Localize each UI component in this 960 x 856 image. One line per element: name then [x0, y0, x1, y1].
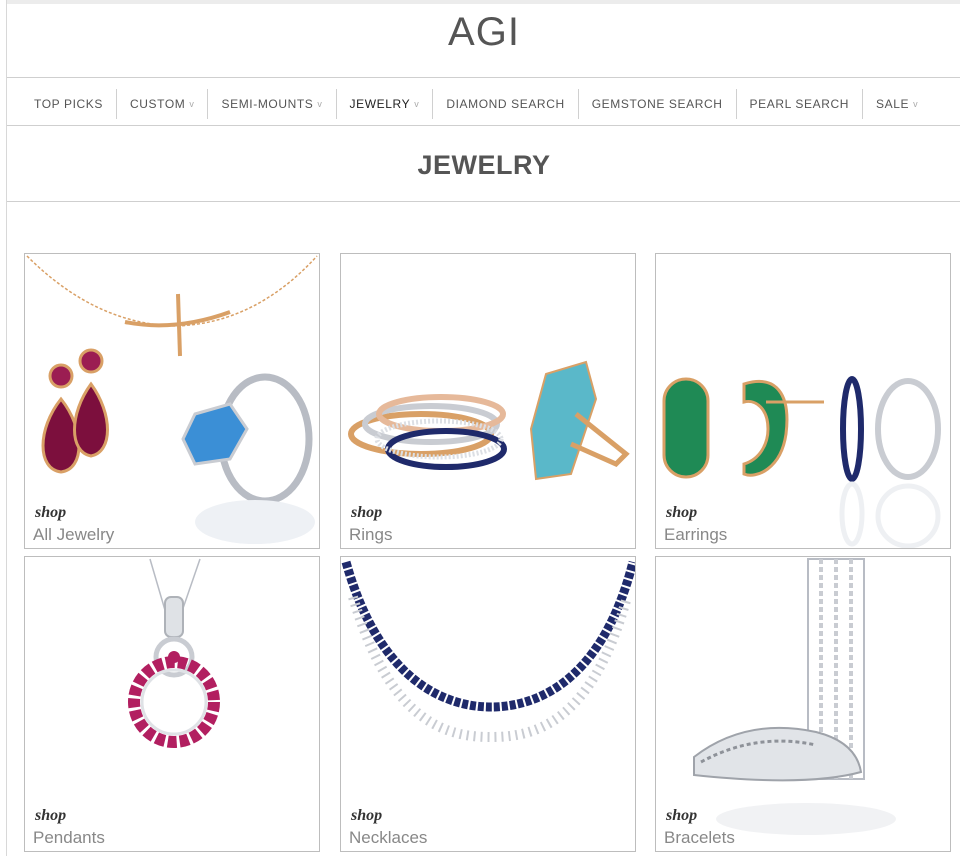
rings-image	[348, 360, 630, 481]
chevron-down-icon: v	[414, 99, 420, 109]
category-name: Pendants	[33, 828, 105, 847]
shop-label: shop	[666, 807, 698, 824]
all-jewelry-image	[26, 255, 318, 544]
nav-label: JEWELRY	[349, 97, 411, 111]
category-tile-all-jewelry[interactable]: shop All Jewelry	[24, 253, 320, 549]
title-divider	[7, 201, 960, 202]
category-name: Necklaces	[349, 828, 428, 847]
shop-label: shop	[35, 807, 67, 824]
nav-item-top-picks[interactable]: TOP PICKS	[21, 89, 117, 119]
nav-divider	[7, 125, 960, 126]
nav-label: TOP PICKS	[34, 97, 103, 111]
category-name: Rings	[349, 525, 393, 544]
category-tile-earrings[interactable]: shop Earrings	[655, 253, 951, 549]
nav-label: DIAMOND SEARCH	[446, 97, 565, 111]
header-divider	[7, 77, 960, 78]
category-tile-pendants[interactable]: shop Pendants	[24, 556, 320, 852]
shop-label: shop	[351, 807, 383, 824]
nav-label: CUSTOM	[129, 97, 186, 111]
main-nav: TOP PICKS CUSTOM v SEMI-MOUNTS v JEWELRY…	[21, 89, 931, 119]
nav-label: SEMI-MOUNTS	[221, 97, 314, 111]
site-logo[interactable]: AGI	[7, 10, 960, 55]
shop-label: shop	[666, 504, 698, 521]
chevron-down-icon: v	[189, 99, 195, 109]
shop-label: shop	[35, 504, 67, 521]
pendants-image	[128, 558, 220, 748]
category-name: Earrings	[664, 525, 728, 544]
earrings-image	[662, 376, 941, 548]
chevron-down-icon: v	[317, 99, 323, 109]
category-tile-bracelets[interactable]: shop Bracelets	[655, 556, 951, 852]
nav-item-pearl-search[interactable]: PEARL SEARCH	[737, 89, 863, 119]
necklaces-image	[341, 560, 635, 743]
nav-item-gemstone-search[interactable]: GEMSTONE SEARCH	[579, 89, 737, 119]
page-frame: AGI TOP PICKS CUSTOM v SEMI-MOUNTS v JEW…	[6, 0, 960, 856]
category-name: Bracelets	[664, 828, 735, 847]
nav-item-custom[interactable]: CUSTOM v	[117, 89, 209, 119]
nav-item-semi-mounts[interactable]: SEMI-MOUNTS v	[208, 89, 337, 119]
category-tile-necklaces[interactable]: shop Necklaces	[340, 556, 636, 852]
nav-item-jewelry[interactable]: JEWELRY v	[337, 89, 434, 119]
page-title: JEWELRY	[417, 150, 551, 180]
nav-item-sale[interactable]: SALE v	[863, 89, 931, 119]
browser-top-strip	[7, 0, 960, 4]
chevron-down-icon: v	[913, 99, 919, 109]
nav-label: SALE	[876, 97, 910, 111]
category-name: All Jewelry	[33, 525, 115, 544]
nav-label: GEMSTONE SEARCH	[591, 97, 723, 111]
nav-label: PEARL SEARCH	[749, 97, 849, 111]
category-tile-rings[interactable]: shop Rings	[340, 253, 636, 549]
nav-item-diamond-search[interactable]: DIAMOND SEARCH	[433, 89, 579, 119]
shop-label: shop	[351, 504, 383, 521]
bracelets-image	[693, 558, 896, 835]
